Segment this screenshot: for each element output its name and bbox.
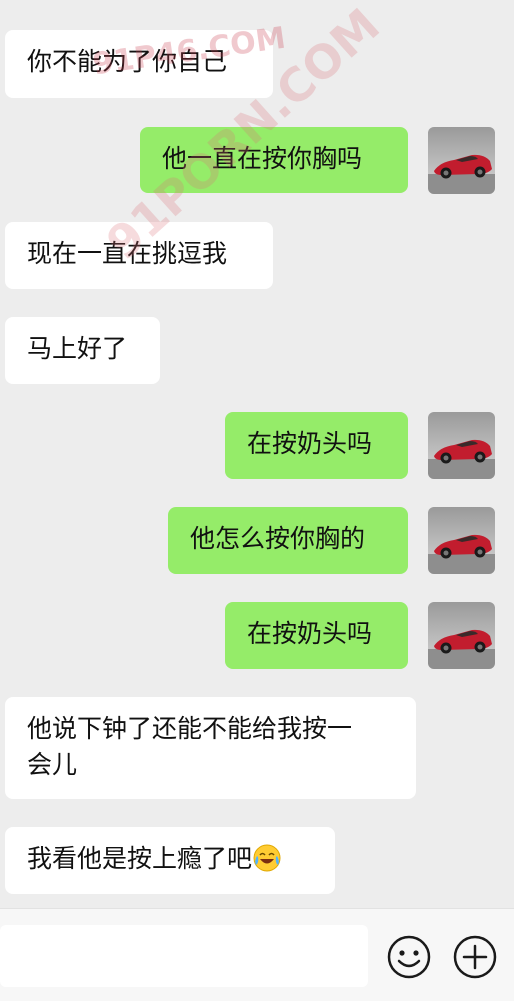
crying-laughing-emoji — [253, 844, 281, 872]
message-text: 我看他是按上瘾了吧 — [27, 844, 253, 873]
message-text-line: 会儿 — [27, 750, 78, 779]
message-text: 他怎么按你胸的 — [190, 524, 366, 553]
message-bubble-incoming[interactable]: 他说下钟了还能不能给我按一 会儿 — [5, 697, 416, 799]
message-bubble-incoming[interactable]: 现在一直在挑逗我 — [5, 222, 273, 289]
message-bubble-outgoing[interactable]: 他怎么按你胸的 — [168, 507, 408, 574]
input-bar — [0, 908, 514, 1001]
message-text: 在按奶头吗 — [247, 619, 373, 648]
user-avatar[interactable] — [428, 507, 495, 574]
message-text: 他一直在按你胸吗 — [162, 144, 363, 173]
message-bubble-outgoing[interactable]: 他一直在按你胸吗 — [140, 127, 408, 193]
message-bubble-incoming[interactable]: 你不能为了你自己 — [5, 30, 273, 98]
user-avatar[interactable] — [428, 127, 495, 194]
message-bubble-outgoing[interactable]: 在按奶头吗 — [225, 602, 408, 669]
smiley-face-icon — [387, 935, 431, 979]
message-bubble-incoming[interactable]: 我看他是按上瘾了吧 — [5, 827, 335, 894]
message-text-line: 他说下钟了还能不能给我按一 — [27, 714, 353, 743]
message-input[interactable] — [0, 925, 368, 987]
message-text: 在按奶头吗 — [247, 429, 373, 458]
more-button[interactable] — [452, 934, 498, 980]
plus-circle-icon — [453, 935, 497, 979]
message-bubble-incoming[interactable]: 马上好了 — [5, 317, 160, 384]
message-text: 现在一直在挑逗我 — [27, 239, 228, 268]
user-avatar[interactable] — [428, 602, 495, 669]
red-sports-car-avatar — [428, 127, 495, 194]
message-text: 马上好了 — [27, 334, 128, 363]
message-bubble-outgoing[interactable]: 在按奶头吗 — [225, 412, 408, 479]
red-sports-car-avatar — [428, 507, 495, 574]
message-text: 你不能为了你自己 — [27, 47, 228, 76]
red-sports-car-avatar — [428, 602, 495, 669]
red-sports-car-avatar — [428, 412, 495, 479]
chat-area: 你不能为了你自己 他一直在按你胸吗 现在一直在挑逗我 马上好了 在按奶头吗 他怎… — [0, 0, 514, 908]
user-avatar[interactable] — [428, 412, 495, 479]
emoji-button[interactable] — [386, 934, 432, 980]
